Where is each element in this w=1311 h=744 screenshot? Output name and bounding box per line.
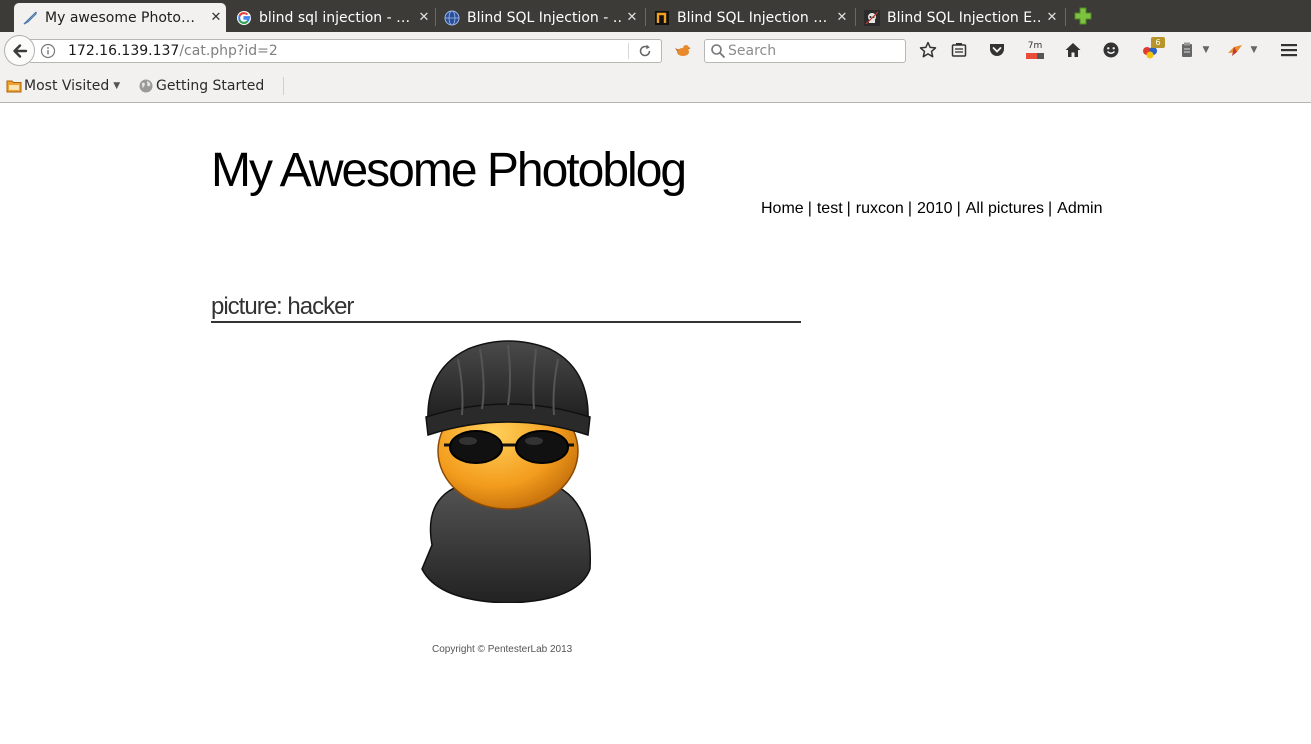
hello-chat-icon[interactable]: [1101, 40, 1121, 60]
reading-list-icon[interactable]: [949, 40, 969, 60]
timer-addon-icon[interactable]: 7m: [1025, 40, 1045, 60]
bookmark-getting-started[interactable]: Getting Started: [138, 78, 264, 94]
tab-title: Blind SQL Injection …: [677, 9, 828, 26]
n-logo-icon: [654, 10, 670, 26]
tab-title: blind sql injection - …: [259, 9, 411, 26]
menu-separator: |: [956, 200, 961, 217]
clipboard-addon-icon[interactable]: [1177, 40, 1197, 60]
notification-count-badge: 6: [1151, 37, 1165, 48]
info-icon[interactable]: [40, 43, 56, 59]
url-bar[interactable]: 172.16.139.137/cat.php?id=2: [30, 39, 662, 63]
tab-blind-sqli-2[interactable]: Blind SQL Injection … ✕: [646, 3, 852, 32]
menu-separator: |: [1047, 200, 1053, 217]
chevron-down-icon[interactable]: ▼: [1247, 40, 1261, 60]
close-tab-icon[interactable]: ✕: [1042, 10, 1062, 25]
search-box[interactable]: Search: [704, 39, 906, 63]
tab-strip: My awesome Photo… ✕ blind sql injection …: [0, 0, 1311, 32]
tab-separator: [1065, 8, 1066, 26]
search-placeholder: Search: [728, 43, 777, 59]
picture-heading: picture: hacker: [211, 293, 801, 323]
bookmark-most-visited[interactable]: Most Visited ▼: [6, 78, 120, 94]
url-text[interactable]: 172.16.139.137/cat.php?id=2: [68, 43, 278, 59]
menu-link-2010[interactable]: 2010: [917, 200, 953, 217]
timer-bar: [1026, 52, 1044, 59]
close-tab-icon[interactable]: ✕: [832, 10, 852, 25]
tab-photoblog[interactable]: My awesome Photo… ✕: [14, 3, 226, 32]
blog-menu: Home | test | ruxcon | 2010 | All pictures | Admin: [761, 200, 1103, 218]
hacker-picture: [418, 339, 596, 604]
search-icon: [710, 43, 726, 59]
bookmarks-divider: [283, 77, 284, 95]
tab-title: Blind SQL Injection - …: [467, 9, 622, 26]
bookmarks-toolbar: Most Visited ▼ Getting Started: [0, 69, 1311, 103]
pocket-icon[interactable]: [987, 40, 1007, 60]
home-icon[interactable]: [1063, 40, 1083, 60]
reload-icon[interactable]: [637, 43, 653, 59]
bookmark-star-icon[interactable]: [918, 40, 938, 60]
copyright-footer: Copyright © PentesterLab 2013: [432, 644, 573, 655]
addon-bird-icon[interactable]: [673, 40, 693, 60]
tab-title: Blind SQL Injection E…: [887, 9, 1042, 26]
menu-link-all-pictures[interactable]: All pictures: [966, 200, 1044, 217]
feather-icon: [22, 10, 38, 26]
url-path: /cat.php?id=2: [179, 43, 278, 59]
web-page: My Awesome Photoblog Home | test | ruxcon | 20…: [0, 103, 1311, 744]
menu-link-test[interactable]: test: [817, 200, 843, 217]
bookmark-label: Most Visited: [24, 78, 110, 94]
back-arrow-icon: [12, 43, 27, 58]
globe-icon: [138, 78, 154, 94]
close-tab-icon[interactable]: ✕: [414, 10, 434, 25]
url-bar-divider: [628, 43, 629, 59]
chevron-down-icon: ▼: [113, 81, 121, 91]
menu-link-ruxcon[interactable]: ruxcon: [856, 200, 904, 217]
close-tab-icon[interactable]: ✕: [206, 10, 226, 25]
new-tab-plus-icon[interactable]: [1073, 6, 1093, 26]
folder-icon: [6, 78, 22, 94]
menu-separator: |: [807, 200, 812, 217]
pirate-icon: [864, 9, 880, 26]
chevron-down-icon[interactable]: ▼: [1199, 40, 1213, 60]
google-icon: [236, 10, 252, 26]
timer-badge: 7m: [1027, 40, 1043, 51]
tab-blind-sqli-1[interactable]: Blind SQL Injection - … ✕: [436, 3, 642, 32]
globe-icon: [444, 10, 460, 26]
tab-google-search[interactable]: blind sql injection - … ✕: [228, 3, 434, 32]
menu-link-home[interactable]: Home: [761, 200, 804, 217]
url-host: 172.16.139.137: [68, 43, 180, 59]
menu-link-admin[interactable]: Admin: [1057, 200, 1102, 217]
menu-separator: |: [846, 200, 851, 217]
hamburger-menu-icon[interactable]: [1279, 40, 1299, 60]
close-tab-icon[interactable]: ✕: [622, 10, 642, 25]
tab-blind-sqli-3[interactable]: Blind SQL Injection E… ✕: [856, 3, 1062, 32]
blog-title: My Awesome Photoblog: [211, 144, 687, 197]
tab-title: My awesome Photo…: [45, 9, 195, 26]
addon-firebird-icon[interactable]: [1225, 40, 1245, 60]
bookmark-label: Getting Started: [156, 78, 265, 94]
menu-separator: |: [907, 200, 912, 217]
back-button[interactable]: [4, 35, 35, 66]
